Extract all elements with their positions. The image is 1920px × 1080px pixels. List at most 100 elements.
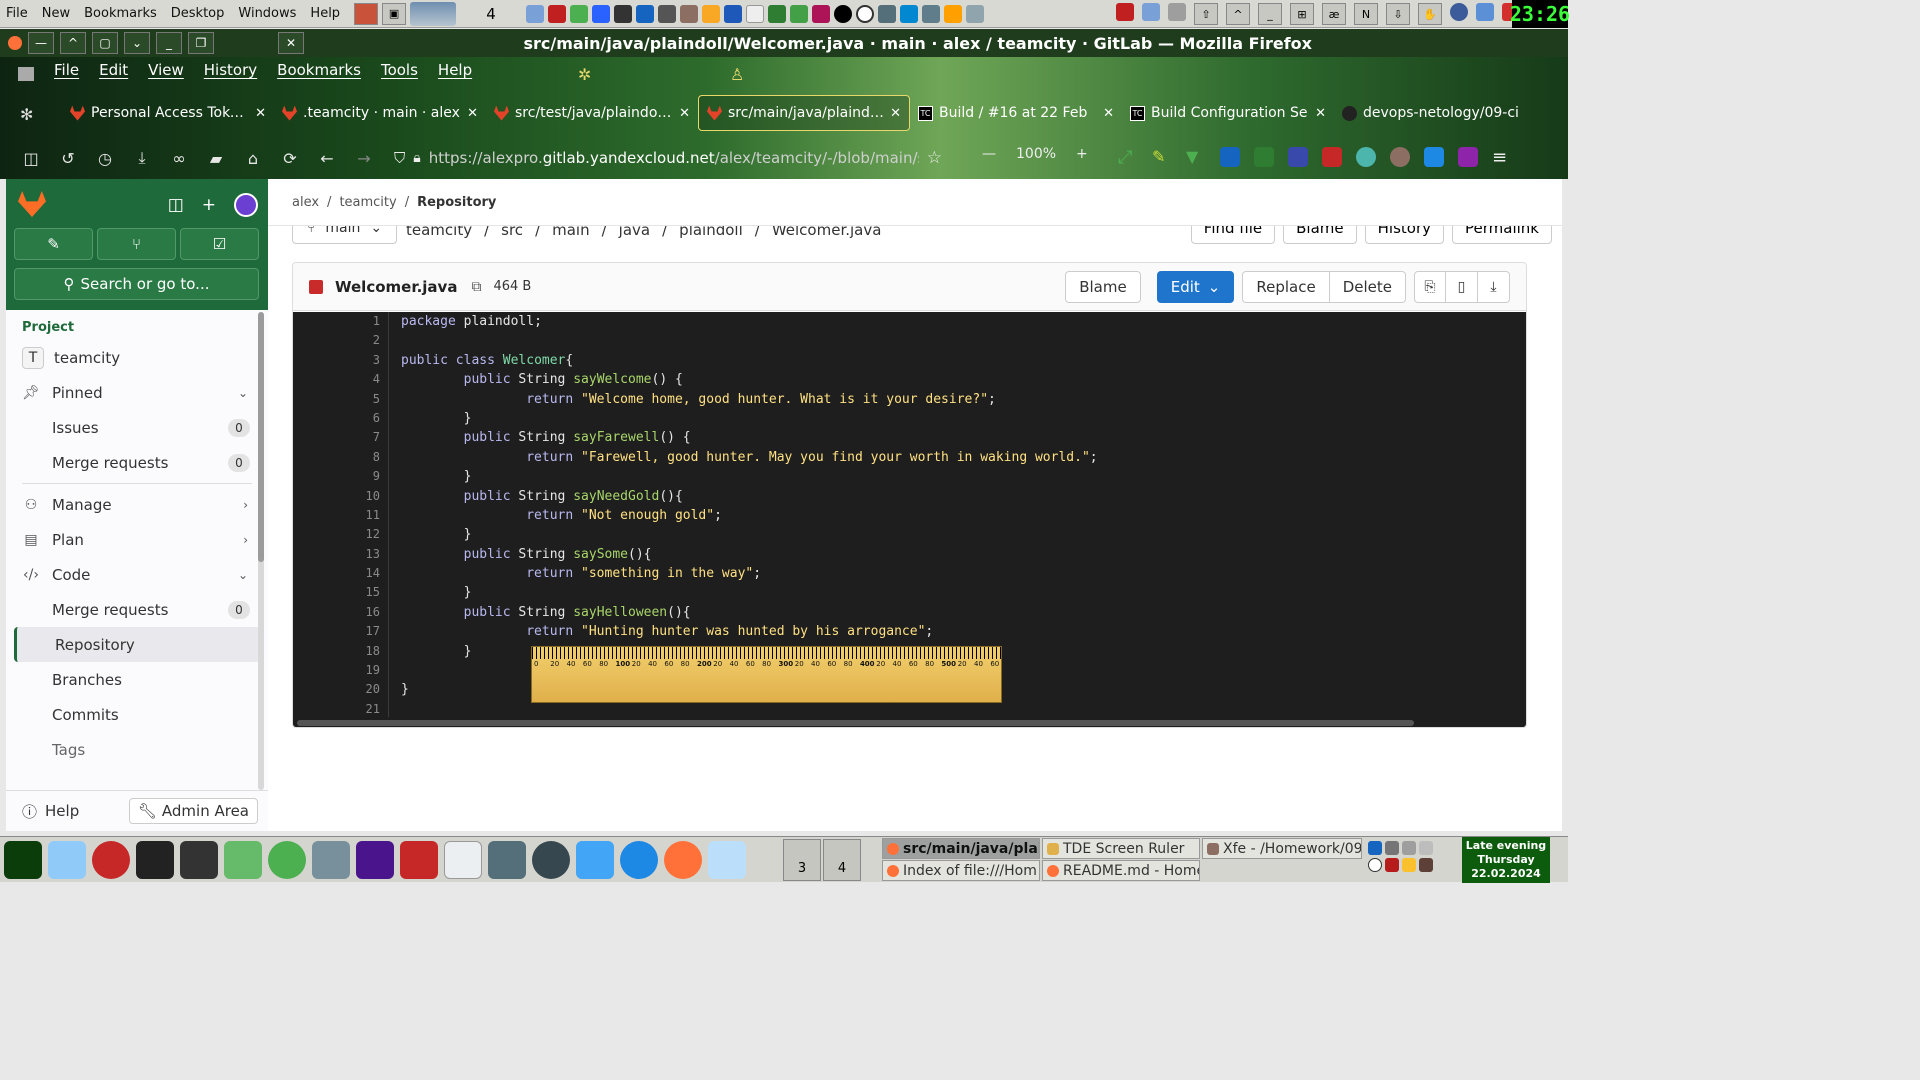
user-extension-icon[interactable]: ♙ — [730, 65, 744, 84]
network-app-icon[interactable] — [312, 841, 350, 879]
record-icon[interactable] — [834, 4, 853, 23]
word-icon[interactable] — [724, 4, 743, 23]
dolphin-app-icon[interactable] — [576, 841, 614, 879]
ship-icon[interactable] — [354, 2, 379, 25]
shade-button[interactable]: ^ — [60, 32, 86, 54]
books-icon[interactable] — [680, 4, 699, 23]
url-text[interactable]: https://alexpro.gitlab.yandexcloud.net/a… — [429, 149, 919, 167]
line-number[interactable]: 9 — [293, 467, 388, 486]
close-icon[interactable]: ✕ — [1315, 106, 1326, 121]
breadcrumb-alex[interactable]: alex — [292, 195, 319, 210]
copy-path-icon[interactable]: ⧉ — [471, 279, 481, 295]
xfe-app-icon[interactable] — [488, 841, 526, 879]
desktop-4[interactable]: 4 — [823, 839, 861, 881]
calc-icon[interactable] — [658, 4, 677, 23]
sidebar-item-merge-requests[interactable]: Merge requests 0 — [6, 592, 268, 627]
line-number[interactable]: 19 — [293, 661, 388, 680]
lock-icon[interactable]: 🔒︎ — [413, 150, 420, 166]
ae-icon[interactable]: æ — [1322, 3, 1346, 25]
us-flag-icon[interactable] — [1385, 858, 1399, 872]
sidebar-item-commits[interactable]: Commits — [6, 697, 268, 732]
sheet-icon[interactable] — [768, 4, 787, 23]
editor-app-icon[interactable] — [224, 841, 262, 879]
breadcrumb-teamcity[interactable]: teamcity — [339, 195, 396, 210]
task-xfe[interactable]: Xfe - /Homework/09 — [1202, 838, 1362, 859]
fullscreen-icon[interactable]: ⤢ — [1118, 147, 1138, 168]
path-segment[interactable]: plaindoll — [679, 226, 743, 239]
email-app-icon[interactable] — [268, 841, 306, 879]
download-icon[interactable]: ⤓ — [131, 147, 153, 169]
close-window-button[interactable]: ✕ — [278, 32, 304, 54]
line-number[interactable]: 4 — [293, 370, 388, 389]
close-icon[interactable]: ✕ — [679, 106, 690, 121]
editor-icon[interactable] — [570, 4, 589, 23]
writer-app-icon[interactable] — [708, 841, 746, 879]
menu-history[interactable]: History — [204, 61, 257, 79]
tab-src-main-active[interactable]: src/main/java/plaindoll/ ✕ — [698, 95, 910, 131]
dc-app-icon[interactable] — [400, 841, 438, 879]
star-icon[interactable]: ☆ — [927, 148, 942, 168]
mail2-icon[interactable] — [1142, 3, 1160, 21]
sidebar-item-manage[interactable]: ⚇ Manage › — [6, 487, 268, 522]
menu-file[interactable]: File — [54, 61, 79, 79]
zoom-out-button[interactable]: — — [982, 146, 996, 162]
history-icon[interactable]: ↺ — [57, 147, 79, 169]
history-button[interactable]: History — [1364, 226, 1445, 244]
date-time-widget[interactable]: Late evening Thursday 22.02.2024 — [1462, 837, 1550, 883]
close-icon[interactable]: ✕ — [1103, 106, 1114, 121]
hat-app-icon[interactable] — [532, 841, 570, 879]
line-number[interactable]: 8 — [293, 448, 388, 467]
line-number[interactable]: 6 — [293, 409, 388, 428]
tab-teamcity-main[interactable]: .teamcity · main · alex ✕ — [274, 95, 486, 131]
book-tray-icon[interactable] — [1419, 858, 1433, 872]
sidebar-scrollbar[interactable] — [258, 312, 264, 790]
os-menu-windows[interactable]: Windows — [238, 6, 296, 21]
forward-icon[interactable]: → — [353, 147, 375, 169]
link-icon[interactable] — [548, 4, 567, 23]
shield-check-icon[interactable] — [1254, 147, 1274, 167]
sidebar-item-tags[interactable]: Tags — [6, 732, 268, 767]
menu-bookmarks[interactable]: Bookmarks — [277, 61, 361, 79]
help-button[interactable]: ⓘ Help — [22, 801, 79, 822]
line-number[interactable]: 10 — [293, 487, 388, 506]
line-number[interactable]: 13 — [293, 545, 388, 564]
color-icon[interactable] — [944, 4, 963, 23]
line-number[interactable]: 18 — [293, 642, 388, 661]
ie-app-icon[interactable] — [620, 841, 658, 879]
delete-button[interactable]: Delete — [1329, 271, 1406, 303]
printer-icon[interactable]: ▣ — [382, 2, 407, 25]
opera-icon[interactable] — [1322, 147, 1342, 167]
apps-icon[interactable] — [922, 4, 941, 23]
tools-tray-icon[interactable] — [1402, 841, 1416, 855]
wrench-icon[interactable]: ✎ — [1152, 147, 1172, 167]
link-app-icon[interactable] — [92, 841, 130, 879]
save-icon[interactable] — [1288, 147, 1308, 167]
line-number[interactable]: 5 — [293, 390, 388, 409]
issues-icon[interactable]: ✎ — [14, 228, 93, 260]
mask-icon[interactable]: ∞ — [168, 147, 190, 169]
line-number[interactable]: 3 — [293, 351, 388, 370]
sidebar-icon[interactable]: ◫ — [20, 147, 42, 169]
tools-icon[interactable] — [1168, 3, 1186, 21]
branch-selector[interactable]: ⑂ main ⌄ — [292, 226, 398, 244]
window-menu-button[interactable]: — — [28, 32, 54, 54]
table-icon[interactable] — [790, 4, 809, 23]
pocket-icon[interactable]: ▼ — [1186, 147, 1206, 167]
sidebar-item-repository[interactable]: Repository — [14, 627, 260, 662]
bookmark-ext-icon[interactable] — [1424, 147, 1444, 167]
lock-screen-icon[interactable] — [1476, 3, 1494, 21]
clipboard-icon[interactable] — [1402, 858, 1416, 872]
task-screen-ruler[interactable]: TDE Screen Ruler — [1042, 838, 1200, 859]
task-readme[interactable]: README.md - Home — [1042, 860, 1200, 881]
layout-icon[interactable]: ⊞ — [1290, 3, 1314, 25]
code-horizontal-scrollbar[interactable] — [297, 720, 1414, 726]
path-segment[interactable]: java — [619, 226, 650, 239]
monitor-icon[interactable] — [878, 4, 897, 23]
num-lock-icon[interactable]: N — [1354, 3, 1378, 25]
home-icon[interactable]: ⌂ — [242, 147, 264, 169]
os-menu-file[interactable]: File — [6, 6, 28, 21]
zoom-level[interactable]: 100% — [1016, 146, 1056, 162]
arrow-down-icon[interactable]: ⇩ — [1386, 3, 1410, 25]
gitlab-logo-icon[interactable] — [18, 191, 46, 217]
terminal-icon[interactable] — [614, 4, 633, 23]
